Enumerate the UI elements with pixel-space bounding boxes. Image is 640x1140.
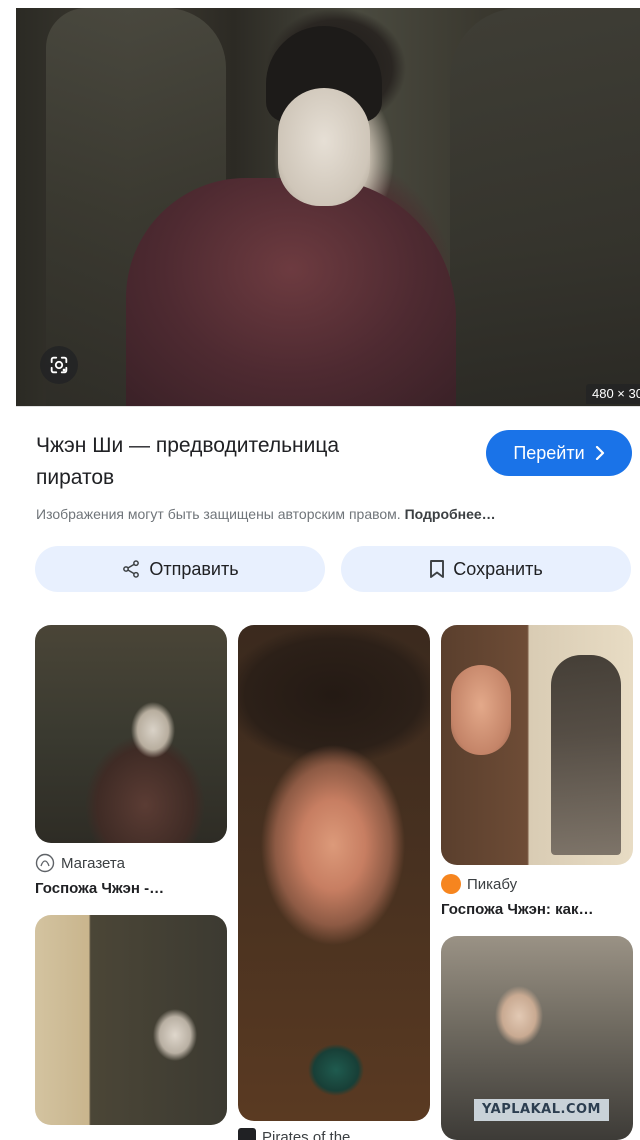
result-title-line1: Чжэн Ши — предводительница [36,434,340,457]
visit-button-label: Перейти [513,442,585,463]
pirates-favicon-icon [238,1128,256,1140]
visit-button[interactable]: Перейти [486,430,632,476]
magazeta-favicon-icon [35,853,55,873]
related-source-1[interactable]: Магазета [35,853,125,873]
save-button-label: Сохранить [453,558,543,579]
hero-face [278,88,370,206]
save-button[interactable]: Сохранить [341,546,631,592]
result-title-line2: пиратов [36,466,115,489]
share-icon [123,560,140,578]
pikabu-favicon-icon [441,874,461,894]
share-button[interactable]: Отправить [35,546,325,592]
related-source-3[interactable]: Пикабу [441,874,517,894]
hero-figure-right [450,8,640,406]
divider [16,406,640,407]
related-source-name-3: Пикабу [467,875,518,893]
related-image-4[interactable] [35,915,227,1125]
chevron-right-icon [595,446,604,460]
bookmark-icon [430,560,445,578]
google-lens-button[interactable] [40,346,78,384]
copyright-notice: Изображения могут быть защищены авторски… [36,506,616,522]
result-title[interactable]: Чжэн Ши — предводительница пиратов [36,430,456,494]
google-lens-icon [50,356,68,374]
related-caption-3[interactable]: Госпожа Чжэн: как… [441,901,593,918]
related-caption-1[interactable]: Госпожа Чжэн -… [35,880,164,897]
related-source-name-2: Pirates of the [262,1128,351,1140]
hero-robe [126,178,456,406]
watermark: YAPLAKAL.COM [474,1099,609,1121]
related-image-2[interactable] [238,625,430,1121]
related-source-name-1: Магазета [61,854,125,872]
share-button-label: Отправить [149,558,239,579]
hero-image[interactable] [16,8,640,406]
related-image-3[interactable] [441,625,633,865]
related-source-2[interactable]: Pirates of the [238,1128,350,1140]
related-image-1[interactable] [35,625,227,843]
copyright-learn-more-link[interactable]: Подробнее… [405,506,496,522]
copyright-text: Изображения могут быть защищены авторски… [36,506,401,522]
image-dimensions-badge: 480 × 30 [586,384,640,404]
